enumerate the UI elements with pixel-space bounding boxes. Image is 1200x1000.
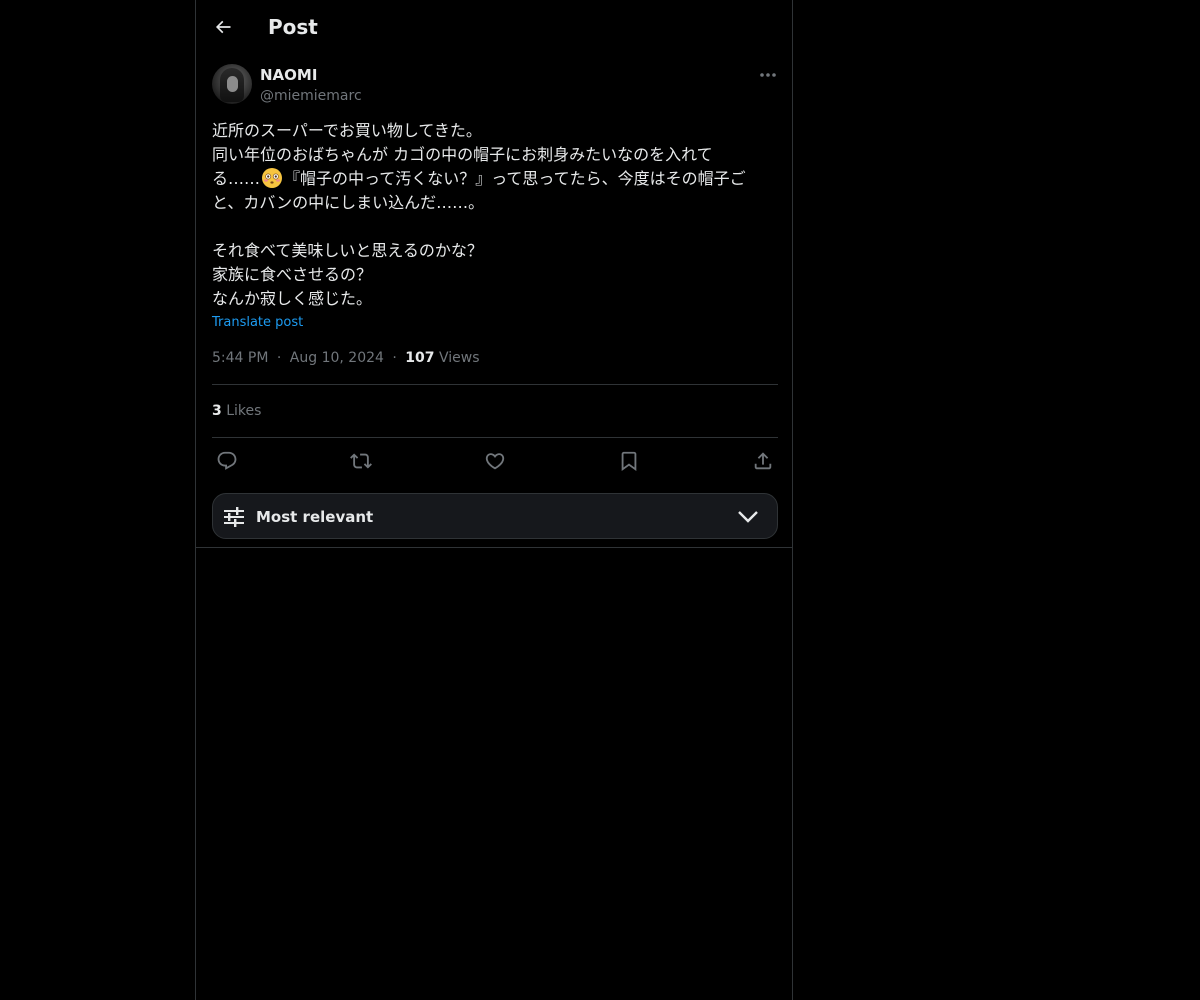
share-icon — [754, 452, 772, 470]
author-display-name[interactable]: NAOMI — [260, 65, 317, 85]
more-options-button[interactable] — [756, 65, 780, 85]
likes-label: Likes — [226, 403, 262, 419]
views-count: 107 — [405, 350, 435, 366]
post-column: Post NAOMI @miemiemarc 近所のスーパーでお買い物してきた。… — [195, 0, 793, 1000]
post-line-3a: る…… — [212, 169, 261, 188]
reply-icon — [217, 451, 237, 470]
post-line-5: それ食べて美味しいと思えるのかな？ — [212, 241, 483, 260]
post-line-7: なんか寂しく感じた。 — [212, 289, 373, 308]
section-divider — [196, 547, 792, 548]
meta-separator: · — [392, 350, 397, 366]
post-date[interactable]: Aug 10, 2024 — [290, 350, 384, 366]
views-label: Views — [438, 350, 480, 366]
post-line-1: 近所のスーパーでお買い物してきた。 — [212, 121, 482, 140]
meta-separator: · — [276, 350, 282, 366]
sliders-icon — [224, 507, 244, 527]
flushed-face-emoji-icon — [262, 168, 283, 188]
divider — [212, 437, 778, 438]
post-time[interactable]: 5:44 PM — [212, 350, 268, 366]
avatar-face — [227, 76, 238, 92]
post-line-2: 同い年位のおばちゃんが カゴの中の帽子にお刺身みたいなのを入れて — [212, 145, 713, 164]
post-text: 近所のスーパーでお買い物してきた。 同い年位のおばちゃんが カゴの中の帽子にお刺… — [212, 119, 782, 311]
bookmark-button[interactable] — [617, 449, 641, 473]
sort-label: Most relevant — [256, 508, 374, 526]
page-title: Post — [268, 15, 318, 39]
heart-icon — [485, 453, 505, 470]
reply-button[interactable] — [215, 449, 239, 473]
arrow-left-icon — [215, 20, 231, 34]
divider — [212, 384, 778, 385]
post-line-3b: 『帽子の中って汚くない？』って思ってたら、今度はその帽子ご — [284, 169, 746, 188]
more-icon — [760, 73, 776, 77]
avatar[interactable] — [212, 64, 252, 104]
sort-replies-dropdown[interactable]: Most relevant — [212, 493, 778, 539]
likes-count: 3 — [212, 403, 222, 419]
translate-post-link[interactable]: Translate post — [212, 314, 303, 332]
post-line-4: と、カバンの中にしまい込んだ……。 — [212, 193, 485, 212]
share-button[interactable] — [751, 449, 775, 473]
post-line-6: 家族に食べさせるの？ — [212, 265, 373, 284]
author-handle[interactable]: @miemiemarc — [260, 86, 362, 106]
back-button[interactable] — [208, 9, 238, 45]
like-button[interactable] — [483, 449, 507, 473]
repost-button[interactable] — [349, 449, 373, 473]
chevron-down-icon — [738, 511, 758, 523]
post-meta: 5:44 PM · Aug 10, 2024 · 107 Views — [212, 348, 480, 368]
repost-icon — [350, 453, 372, 469]
likes-stat[interactable]: 3 Likes — [212, 401, 261, 421]
bookmark-icon — [621, 451, 637, 472]
post-header: Post — [196, 0, 792, 53]
